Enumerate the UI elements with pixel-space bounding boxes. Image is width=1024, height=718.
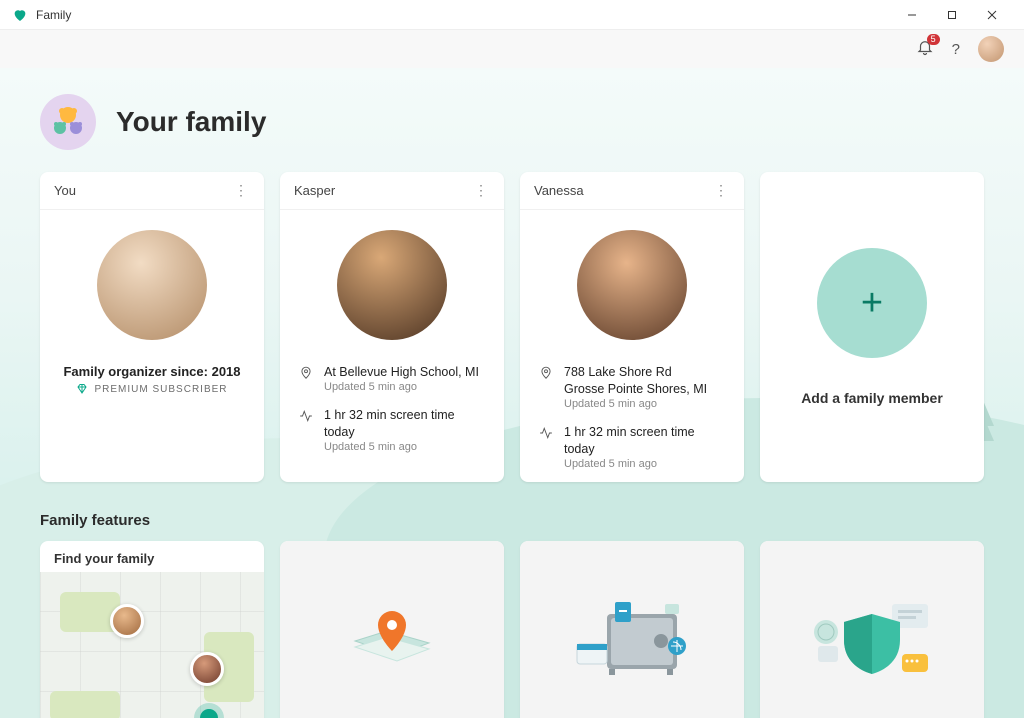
window-title: Family	[36, 8, 71, 22]
feature-privacy[interactable]	[520, 541, 744, 718]
add-icon: +	[817, 248, 927, 358]
family-logo-icon	[40, 94, 96, 150]
maximize-button[interactable]	[932, 0, 972, 30]
member-name: Vanessa	[534, 183, 584, 198]
location-icon	[298, 364, 314, 380]
member-screentime: 1 hr 32 min screen time today	[564, 424, 726, 458]
shield-icon	[802, 596, 942, 686]
close-button[interactable]	[972, 0, 1012, 30]
add-member-card[interactable]: + Add a family member	[760, 172, 984, 482]
member-name: You	[54, 183, 76, 198]
map-park	[50, 691, 120, 718]
profile-avatar-button[interactable]	[978, 36, 1004, 62]
family-cards-row: You ⋮ Family organizer since: 2018 PREMI…	[40, 172, 984, 482]
diamond-icon	[76, 383, 88, 395]
member-more-button[interactable]: ⋮	[714, 182, 730, 199]
premium-label: PREMIUM SUBSCRIBER	[94, 384, 227, 395]
member-card-vanessa: Vanessa ⋮ 788 Lake Shore Rd Grosse Point…	[520, 172, 744, 482]
notification-badge: 5	[927, 34, 940, 45]
member-name: Kasper	[294, 183, 335, 198]
activity-icon	[298, 407, 314, 423]
notifications-button[interactable]: 5	[916, 38, 934, 61]
member-avatar	[577, 230, 687, 340]
member-avatar	[97, 230, 207, 340]
map-member-pin	[190, 652, 224, 686]
feature-location[interactable]	[280, 541, 504, 718]
titlebar: Family	[0, 0, 1024, 30]
main-surface: Your family You ⋮ Family organizer since…	[0, 68, 1024, 718]
safe-icon	[567, 596, 697, 686]
member-more-button[interactable]: ⋮	[474, 182, 490, 199]
member-location-line1: 788 Lake Shore Rd	[564, 364, 707, 381]
add-member-label: Add a family member	[801, 390, 943, 406]
app-icon	[12, 7, 28, 23]
member-card-you: You ⋮ Family organizer since: 2018 PREMI…	[40, 172, 264, 482]
feature-body	[40, 572, 264, 718]
activity-icon	[538, 424, 554, 440]
member-location: At Bellevue High School, MI	[324, 364, 479, 381]
window-controls	[892, 0, 1012, 30]
member-screentime-updated: Updated 5 min ago	[324, 441, 486, 453]
member-card-kasper: Kasper ⋮ At Bellevue High School, MI Upd…	[280, 172, 504, 482]
member-more-button[interactable]: ⋮	[234, 182, 250, 199]
member-location-line2: Grosse Pointe Shores, MI	[564, 381, 707, 398]
feature-safety[interactable]	[760, 541, 984, 718]
premium-badge: PREMIUM SUBSCRIBER	[76, 383, 227, 395]
member-role: Family organizer since: 2018	[63, 364, 240, 379]
help-button[interactable]: ?	[952, 41, 960, 58]
minimize-button[interactable]	[892, 0, 932, 30]
member-screentime: 1 hr 32 min screen time today	[324, 407, 486, 441]
location-icon	[538, 364, 554, 380]
features-heading: Family features	[40, 512, 984, 529]
member-avatar	[337, 230, 447, 340]
feature-title: Find your family	[40, 541, 264, 572]
map-pin-icon	[347, 601, 437, 681]
top-toolbar: 5 ?	[0, 30, 1024, 68]
member-screentime-updated: Updated 5 min ago	[564, 458, 726, 470]
feature-find-family[interactable]: Find your family	[40, 541, 264, 718]
member-location-updated: Updated 5 min ago	[324, 381, 479, 393]
page-header: Your family	[40, 68, 984, 172]
member-location-updated: Updated 5 min ago	[564, 398, 707, 410]
map-member-pin	[110, 604, 144, 638]
page-title: Your family	[116, 106, 266, 138]
features-row: Find your family	[40, 541, 984, 718]
